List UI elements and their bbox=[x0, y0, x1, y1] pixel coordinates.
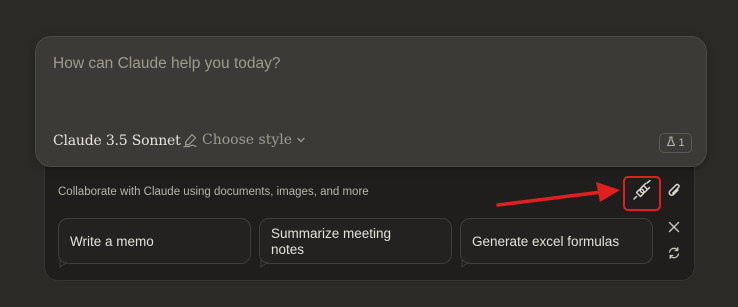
suggestion-card-summarize-notes[interactable]: Summarize meeting notes bbox=[259, 218, 452, 268]
annotation-arrow-icon bbox=[496, 182, 620, 207]
suggestion-label: Generate excel formulas bbox=[472, 233, 620, 249]
refresh-suggestions-button[interactable] bbox=[666, 246, 682, 265]
style-selector[interactable]: Choose style bbox=[182, 132, 306, 148]
plug-icon bbox=[631, 179, 653, 207]
model-selector[interactable]: Claude 3.5 Sonnet bbox=[53, 133, 181, 149]
collaborate-text: Collaborate with Claude using documents,… bbox=[58, 186, 369, 198]
attach-button[interactable] bbox=[664, 183, 684, 203]
message-composer[interactable]: How can Claude help you today? Claude 3.… bbox=[35, 36, 707, 167]
experiment-count: 1 bbox=[678, 137, 685, 149]
card-tail bbox=[461, 260, 470, 268]
close-icon bbox=[668, 220, 680, 238]
prompt-input-placeholder[interactable]: How can Claude help you today? bbox=[53, 55, 280, 73]
refresh-icon bbox=[667, 246, 681, 265]
pen-scribble-icon bbox=[182, 132, 198, 148]
flask-icon bbox=[666, 136, 676, 150]
paperclip-icon bbox=[667, 182, 681, 205]
style-selector-label: Choose style bbox=[202, 132, 292, 148]
card-tail bbox=[59, 260, 68, 268]
experiment-badge[interactable]: 1 bbox=[659, 133, 692, 153]
suggestion-label: Write a memo bbox=[70, 233, 154, 249]
suggestion-card-excel-formulas[interactable]: Generate excel formulas bbox=[460, 218, 653, 268]
close-suggestions-button[interactable] bbox=[666, 221, 682, 237]
suggestion-card-write-memo[interactable]: Write a memo bbox=[58, 218, 251, 268]
card-tail bbox=[260, 260, 269, 268]
integrations-button[interactable] bbox=[623, 176, 661, 211]
chevron-down-icon bbox=[296, 135, 306, 145]
suggestion-label: Summarize meeting notes bbox=[271, 226, 392, 257]
